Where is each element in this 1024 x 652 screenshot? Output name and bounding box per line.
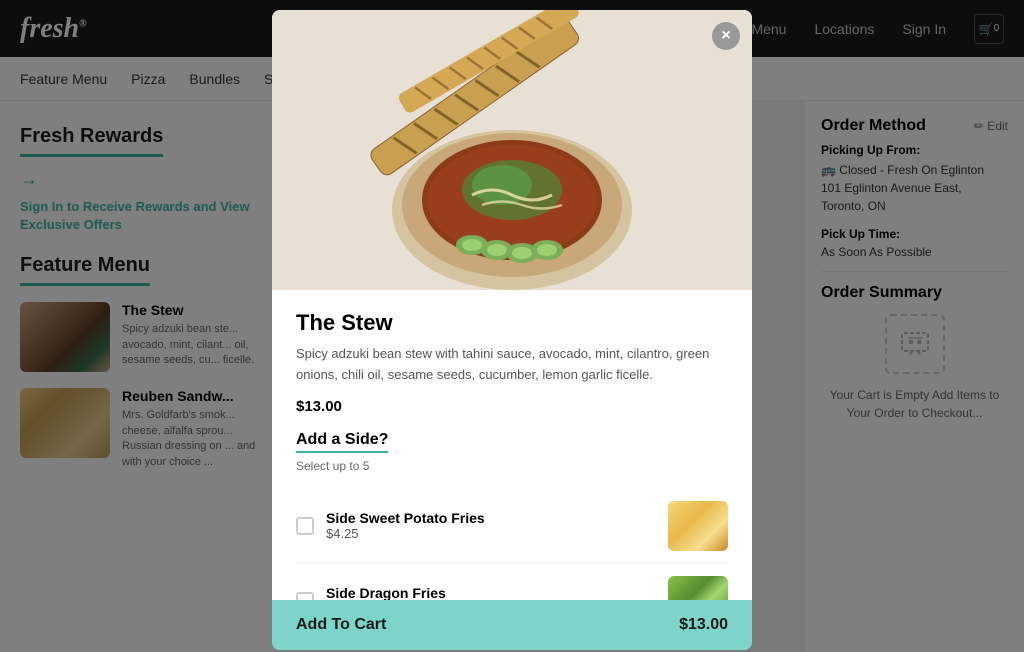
side-item-dragon-fries[interactable]: Side Dragon Fries $7.00 <box>296 564 728 600</box>
modal-close-button[interactable]: × <box>712 22 740 50</box>
side-item-sweet-potato-fries[interactable]: Side Sweet Potato Fries $4.25 <box>296 489 728 564</box>
modal-image: × <box>272 10 752 290</box>
modal-body: The Stew Spicy adzuki bean stew with tah… <box>272 290 752 600</box>
side-checkbox-dragon[interactable] <box>296 592 314 600</box>
modal-title: The Stew <box>296 310 728 336</box>
side-dragon-image <box>668 576 728 600</box>
side-dragon-name: Side Dragon Fries <box>326 585 656 600</box>
modal-description: Spicy adzuki bean stew with tahini sauce… <box>296 344 728 386</box>
modal-price: $13.00 <box>296 398 728 415</box>
add-to-cart-label: Add To Cart <box>296 616 386 634</box>
fries-image <box>668 501 728 551</box>
dragon-fries-image <box>668 576 728 600</box>
add-to-cart-price: $13.00 <box>679 616 728 634</box>
close-icon: × <box>721 27 730 45</box>
select-up-label: Select up to 5 <box>296 459 728 473</box>
add-to-cart-button[interactable]: Add To Cart $13.00 <box>272 600 752 650</box>
modal: × The Stew Spicy adzuki bean stew with t… <box>272 10 752 650</box>
side-checkbox-sweet-potato[interactable] <box>296 517 314 535</box>
side-sweet-potato-image <box>668 501 728 551</box>
side-sweet-potato-price: $4.25 <box>326 526 656 541</box>
side-sweet-potato-name: Side Sweet Potato Fries <box>326 510 656 526</box>
add-a-side-title: Add a Side? <box>296 431 388 453</box>
